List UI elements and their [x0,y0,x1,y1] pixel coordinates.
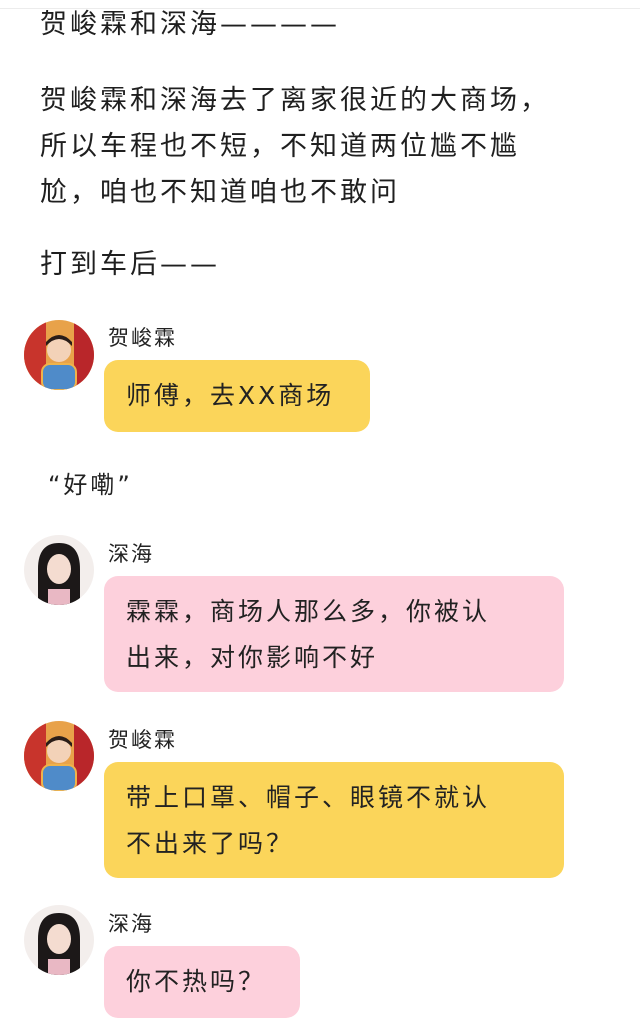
bubble-line: 你不热吗？ [126,967,267,996]
chat-bubble: 带上口罩、帽子、眼镜不就认 不出来了吗？ [104,762,564,878]
bubble-line: 师傅，去XX商场 [126,381,335,410]
bubble-line: 出来，对你影响不好 [126,643,379,672]
chat-bubble: 霖霖，商场人那么多，你被认 出来，对你影响不好 [104,576,564,692]
driver-quote: “好嘞” [48,471,133,499]
story-paragraph-2: 打到车后—— [40,249,220,280]
story-line: 尬，咱也不知道咱也不敢问 [40,177,400,208]
male-avatar[interactable] [24,721,94,791]
story-paragraph-1: 贺峻霖和深海去了离家很近的大商场， 所以车程也不短，不知道两位尴不尴 尬，咱也不… [40,78,550,216]
speaker-name: 深海 [108,542,154,566]
male-avatar[interactable] [24,320,94,390]
story-line: 贺峻霖和深海去了离家很近的大商场， [40,85,550,116]
chat-bubble: 你不热吗？ [104,946,300,1018]
bubble-line: 不出来了吗？ [126,829,295,858]
female-avatar[interactable] [24,905,94,975]
bubble-line: 带上口罩、帽子、眼镜不就认 [126,783,491,812]
chat-bubble: 师傅，去XX商场 [104,360,370,432]
female-avatar[interactable] [24,535,94,605]
speaker-name: 贺峻霖 [108,326,177,350]
speaker-name: 深海 [108,912,154,936]
bubble-line: 霖霖，商场人那么多，你被认 [126,597,491,626]
story-line: 所以车程也不短，不知道两位尴不尴 [40,131,520,162]
story-header: 贺峻霖和深海———— [40,9,340,40]
speaker-name: 贺峻霖 [108,728,177,752]
